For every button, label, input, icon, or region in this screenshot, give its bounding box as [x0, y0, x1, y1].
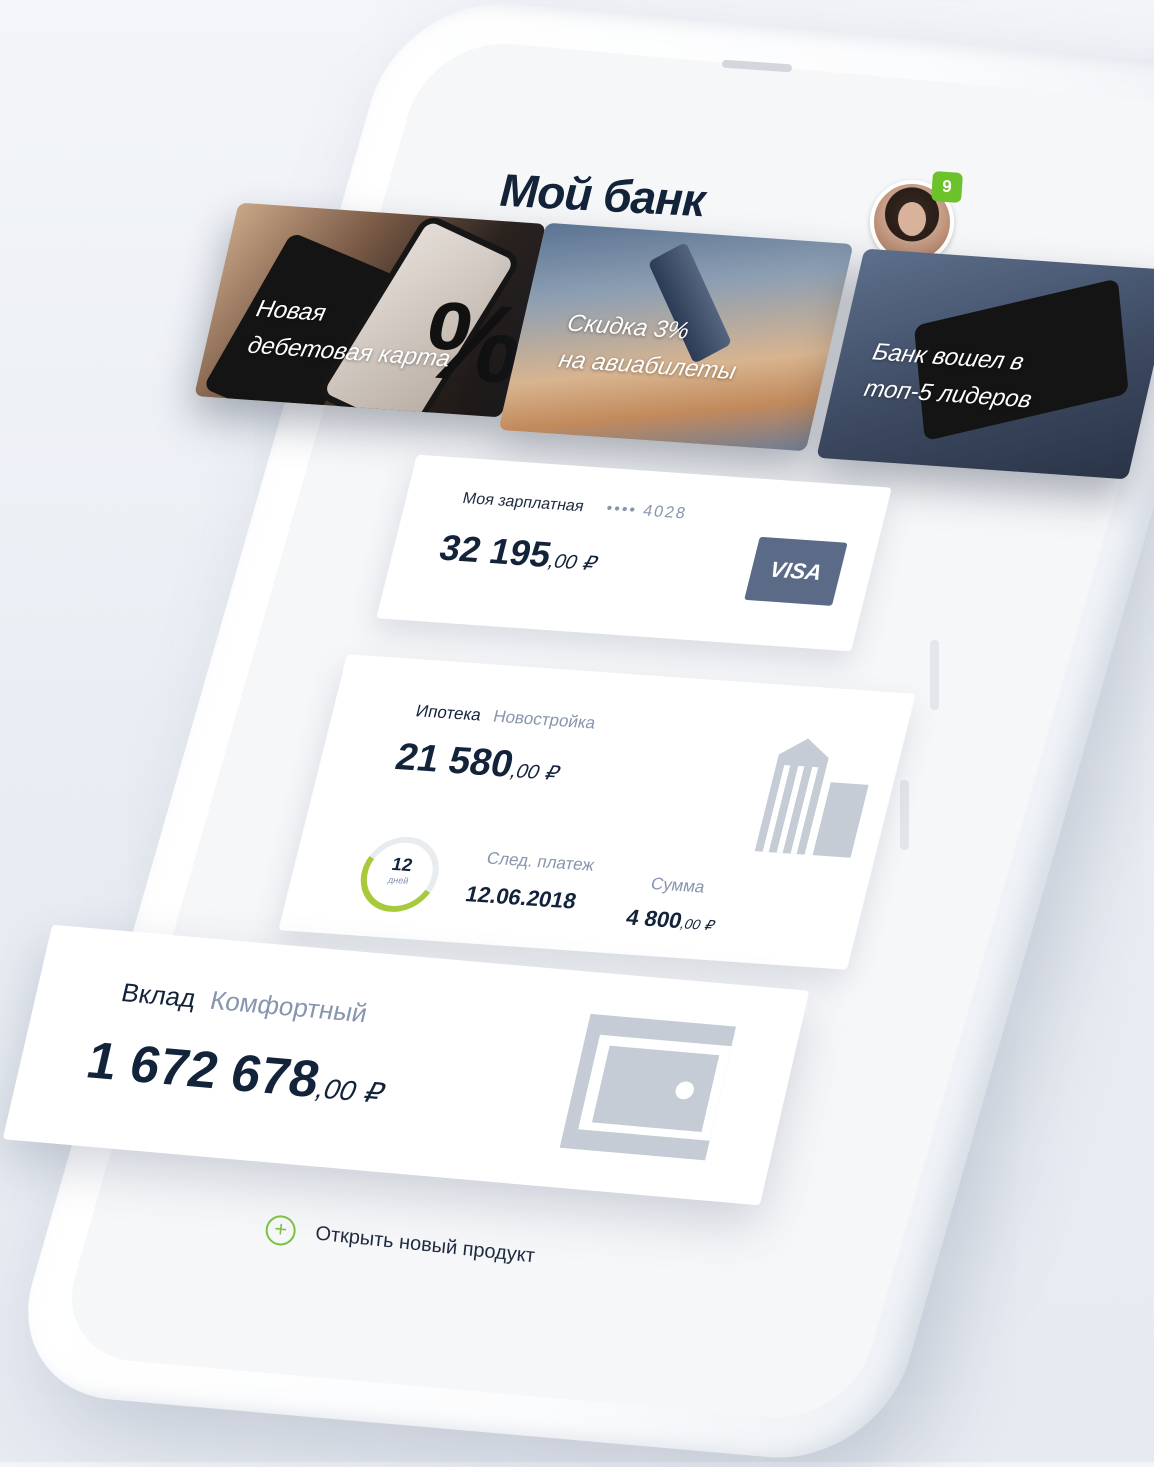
promo-title: Скидка 3% на авиабилеты — [556, 309, 739, 386]
product-title: Ипотека Новостройка — [413, 701, 598, 733]
promo-title: Новая дебетовая карта — [245, 295, 454, 373]
side-button — [930, 640, 939, 710]
avatar-face — [898, 202, 926, 236]
next-payment-label: След. платеж — [484, 848, 597, 875]
page-title: Мой банк — [498, 163, 706, 227]
promo-top5[interactable]: Банк вошел в топ-5 лидеров — [816, 248, 1154, 480]
product-title: Вклад Комфортный — [118, 977, 371, 1029]
next-payment-date: 12.06.2018 — [462, 881, 579, 914]
promo-debit-card[interactable]: % Новая дебетовая карта — [194, 202, 546, 418]
sum-value: 4 800,00 ₽ — [623, 904, 716, 934]
side-button — [900, 780, 909, 850]
card-number: •••• 4028 — [604, 500, 689, 523]
card-balance: 32 195,00 ₽ — [435, 526, 598, 576]
mortgage-amount: 21 580,00 ₽ — [391, 736, 560, 786]
mortgage-card[interactable]: Ипотека Новостройка 21 580,00 ₽ 12 дней … — [278, 654, 916, 970]
promo-flights[interactable]: Скидка 3% на авиабилеты — [498, 222, 854, 452]
wallet-icon — [559, 1013, 737, 1161]
promo-title: Банк вошел в топ-5 лидеров — [861, 338, 1035, 414]
deposit-amount: 1 672 678,00 ₽ — [81, 1031, 385, 1109]
card-name: Моя зарплатная — [460, 490, 586, 516]
sum-label: Сумма — [648, 874, 707, 897]
notification-badge[interactable]: 9 — [930, 170, 964, 204]
salary-card[interactable]: Моя зарплатная •••• 4028 32 195,00 ₽ VIS… — [376, 454, 892, 652]
plus-icon: + — [264, 1213, 298, 1247]
days-progress-ring: 12 дней — [356, 827, 443, 921]
building-icon — [754, 738, 869, 858]
visa-logo-icon: VISA — [744, 536, 848, 606]
